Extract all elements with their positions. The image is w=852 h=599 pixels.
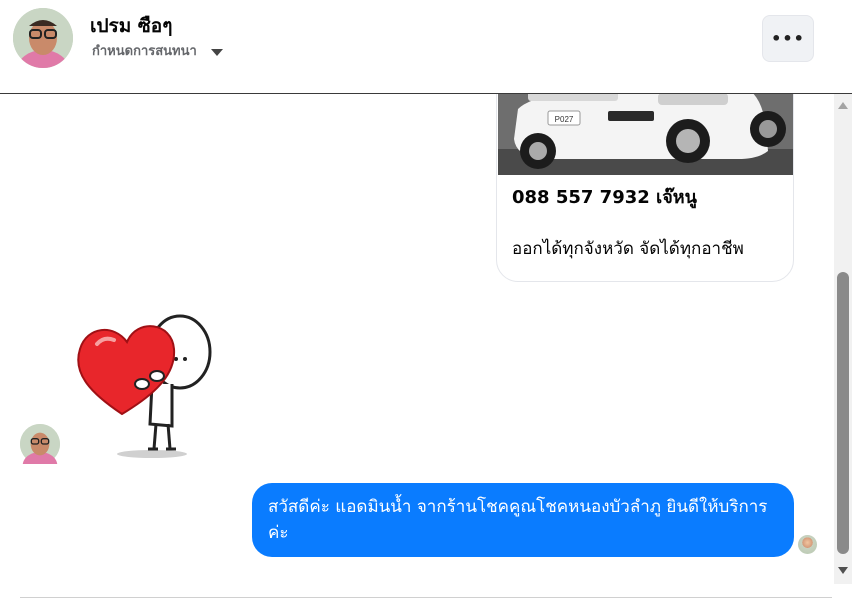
read-receipt-avatar xyxy=(798,535,817,554)
outgoing-message-bubble[interactable]: สวัสดีค่ะ แอดมินน้ำ จากร้านโชคคูณโชคหนอง… xyxy=(252,483,794,557)
schedule-label: กำหนดการสนทนา xyxy=(92,44,197,59)
composer-divider xyxy=(20,597,832,598)
card-description: ออกได้ทุกจังหวัด จัดได้ทุกอาชีพ xyxy=(512,239,744,259)
sender-avatar[interactable] xyxy=(20,424,60,479)
contact-name[interactable]: เปรม ซือๆ xyxy=(90,11,172,41)
car-image: P027 xyxy=(498,94,793,175)
more-options-button[interactable]: ••• xyxy=(762,15,814,62)
scroll-down-arrow-icon[interactable] xyxy=(838,567,848,574)
heart-sticker-icon xyxy=(77,314,212,458)
plate-text: P027 xyxy=(555,115,574,124)
scroll-up-arrow-icon[interactable] xyxy=(838,102,848,109)
scrollbar[interactable] xyxy=(834,94,852,584)
scrollbar-thumb[interactable] xyxy=(837,272,849,554)
conversation-header: เปรม ซือๆ กำหนดการสนทนา ••• xyxy=(0,0,852,94)
caret-down-icon xyxy=(210,49,223,56)
contact-avatar[interactable] xyxy=(13,8,73,68)
message-list[interactable]: P027 088 557 7932 เจ๊หนู ออกได้ทุกจังหวั… xyxy=(0,94,834,584)
card-phone-text: 088 557 7932 เจ๊หนู xyxy=(512,187,697,208)
more-icon: ••• xyxy=(771,29,805,48)
avatar-photo xyxy=(13,8,73,68)
schedule-dropdown[interactable]: กำหนดการสนทนา xyxy=(92,40,223,61)
sender-avatar-photo xyxy=(20,424,60,479)
car-photo: P027 xyxy=(498,94,793,175)
image-message-card[interactable]: P027 088 557 7932 เจ๊หนู ออกได้ทุกจังหวั… xyxy=(496,94,794,282)
heart-hug-sticker[interactable] xyxy=(72,304,217,459)
outgoing-message-text: สวัสดีค่ะ แอดมินน้ำ จากร้านโชคคูณโชคหนอง… xyxy=(268,497,768,543)
